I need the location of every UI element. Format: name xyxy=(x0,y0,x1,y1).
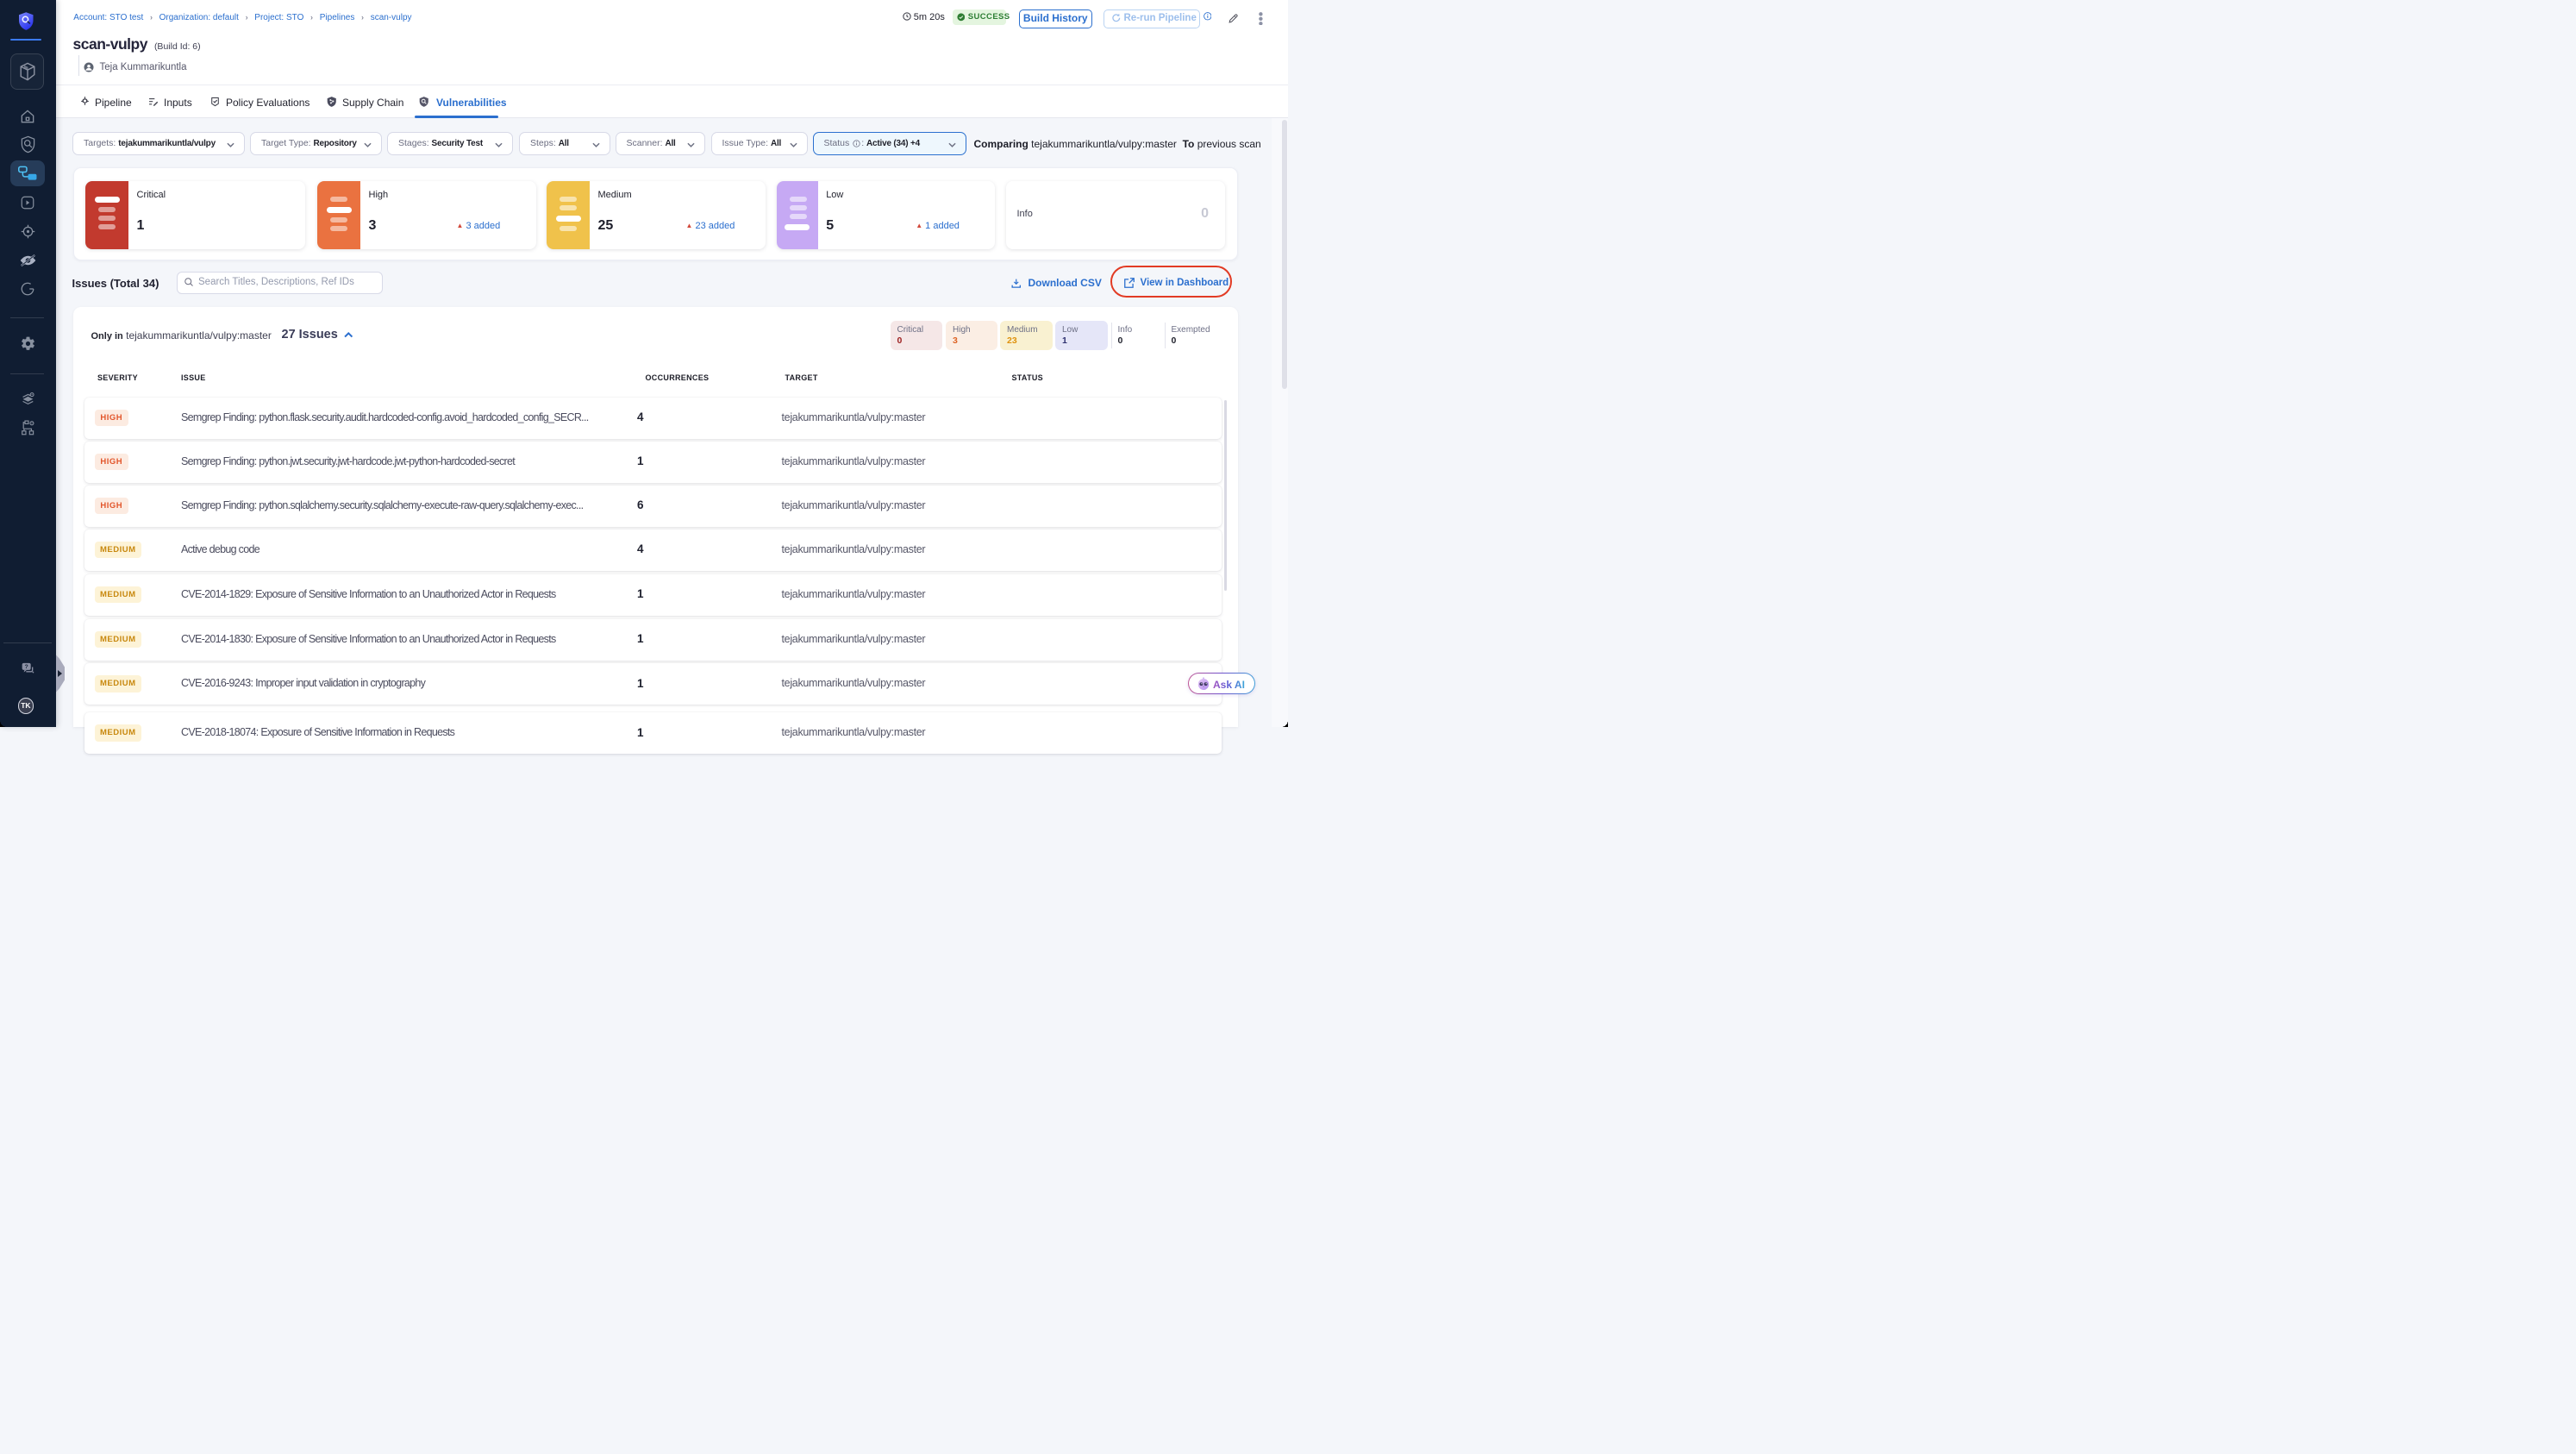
svg-text:?: ? xyxy=(24,664,28,670)
